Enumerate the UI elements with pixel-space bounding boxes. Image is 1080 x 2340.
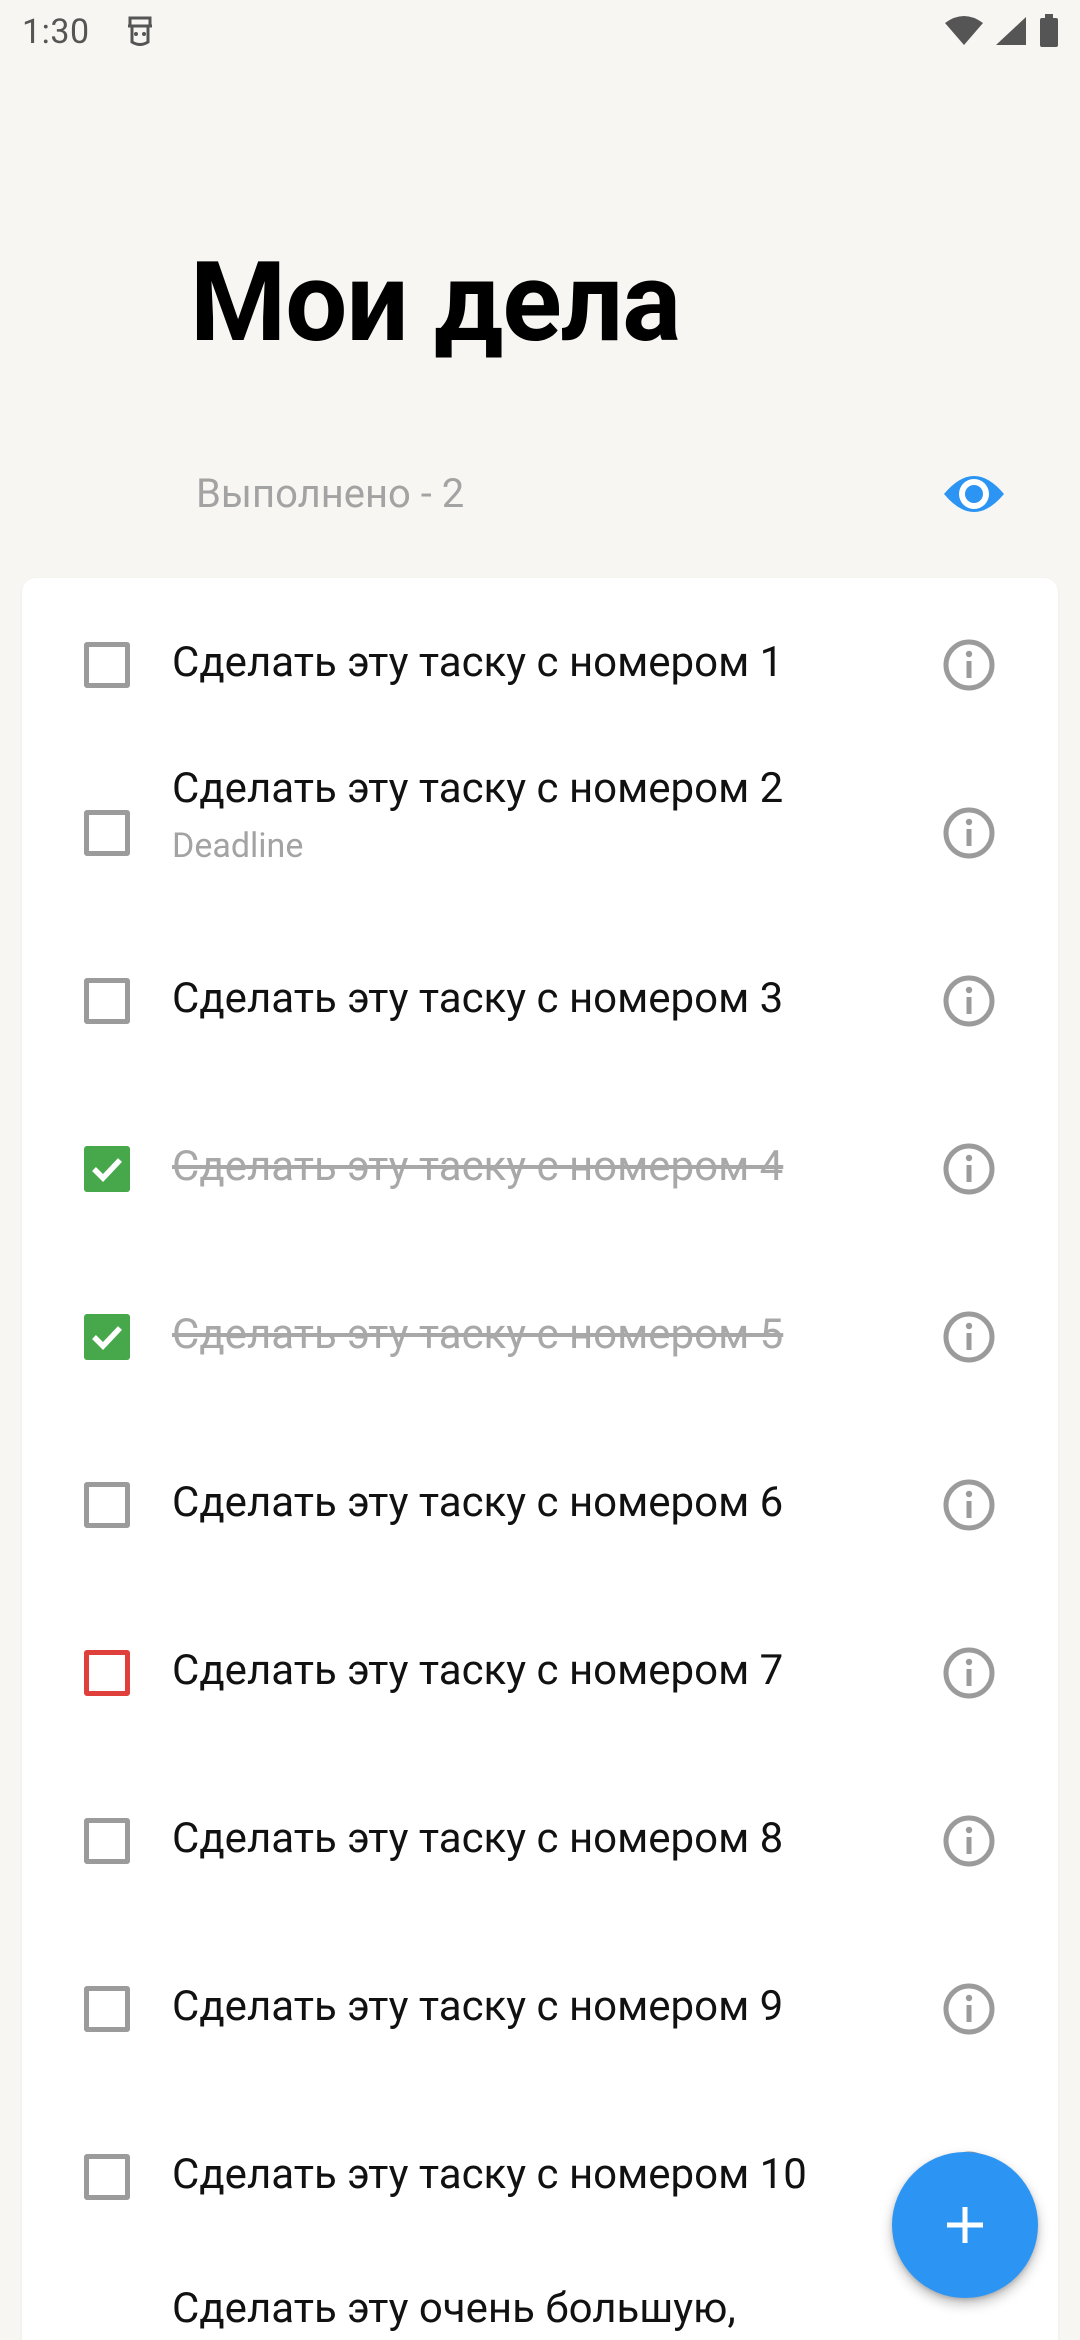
task-item[interactable]: Сделать эту таску с номером 5 <box>22 1250 1058 1418</box>
info-icon[interactable] <box>942 638 996 692</box>
info-icon[interactable] <box>942 1142 996 1196</box>
task-title: Сделать эту таску с номером 10 <box>172 2150 807 2199</box>
task-title: Сделать эту таску с номером 3 <box>172 974 784 1023</box>
eye-icon[interactable] <box>942 466 1006 522</box>
task-item[interactable]: Сделать эту очень большую, <box>22 2258 1058 2340</box>
task-checkbox-checked[interactable] <box>84 1146 130 1192</box>
task-checkbox[interactable] <box>84 1818 130 1864</box>
page-title: Мои дела <box>190 238 681 367</box>
battery-icon <box>1040 14 1058 47</box>
task-title: Сделать эту таску с номером 2 <box>172 764 784 813</box>
task-title: Сделать эту таску с номером 6 <box>172 1478 784 1527</box>
status-bar: 1:30 <box>0 0 1080 64</box>
status-time: 1:30 <box>22 12 90 52</box>
task-title: Сделать эту таску с номером 9 <box>172 1982 784 2031</box>
info-icon[interactable] <box>942 1478 996 1532</box>
done-count-label: Выполнено - 2 <box>196 470 465 517</box>
cellular-signal-icon <box>996 17 1026 45</box>
task-item[interactable]: Сделать эту таску с номером 6 <box>22 1418 1058 1586</box>
status-right-group <box>944 14 1060 48</box>
add-task-button[interactable] <box>892 2152 1038 2298</box>
task-title: Сделать эту таску с номером 1 <box>172 638 784 687</box>
info-icon[interactable] <box>942 1646 996 1700</box>
task-list-card: Сделать эту таску с номером 1 Сделать эт… <box>22 578 1058 2340</box>
task-title: Сделать эту таску с номером 8 <box>172 1814 784 1863</box>
wifi-icon <box>945 16 983 45</box>
task-item[interactable]: Сделать эту таску с номером 1 <box>22 578 1058 746</box>
task-item[interactable]: Сделать эту таску с номером 4 <box>22 1082 1058 1250</box>
notification-app-icon <box>128 16 152 46</box>
screen: 1:30 Мои дела Выполнено - 2 Сделать эту … <box>0 0 1080 2340</box>
info-icon[interactable] <box>942 1310 996 1364</box>
task-title-completed: Сделать эту таску с номером 5 <box>172 1310 784 1359</box>
task-checkbox-overdue[interactable] <box>84 1650 130 1696</box>
info-icon[interactable] <box>942 1814 996 1868</box>
checkmark-icon <box>92 1326 122 1350</box>
task-item[interactable]: Сделать эту таску с номером 8 <box>22 1754 1058 1922</box>
task-title: Сделать эту очень большую, <box>172 2284 736 2333</box>
task-item[interactable]: Сделать эту таску с номером 3 <box>22 914 1058 1082</box>
task-title: Сделать эту таску с номером 7 <box>172 1646 784 1695</box>
task-checkbox-checked[interactable] <box>84 1314 130 1360</box>
info-icon[interactable] <box>942 806 996 860</box>
task-item[interactable]: Сделать эту таску с номером 7 <box>22 1586 1058 1754</box>
task-item[interactable]: Сделать эту таску с номером 2 Deadline <box>22 746 1058 914</box>
task-checkbox[interactable] <box>84 1986 130 2032</box>
task-checkbox[interactable] <box>84 642 130 688</box>
task-checkbox[interactable] <box>84 1482 130 1528</box>
task-checkbox[interactable] <box>84 810 130 856</box>
task-checkbox[interactable] <box>84 978 130 1024</box>
task-deadline: Deadline <box>172 826 304 866</box>
task-title-completed: Сделать эту таску с номером 4 <box>172 1142 784 1191</box>
task-checkbox[interactable] <box>84 2154 130 2200</box>
checkmark-icon <box>92 1158 122 1182</box>
task-item[interactable]: Сделать эту таску с номером 9 <box>22 1922 1058 2090</box>
plus-icon <box>947 2207 983 2243</box>
info-icon[interactable] <box>942 974 996 1028</box>
info-icon[interactable] <box>942 1982 996 2036</box>
